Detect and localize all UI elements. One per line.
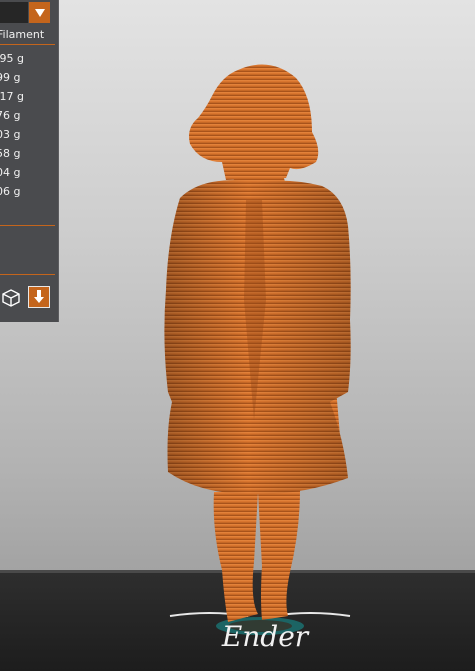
cube-wireframe-icon [2,289,20,307]
model-figure [164,64,351,622]
filament-weight: .17 g [0,90,24,103]
header-divider [0,44,55,45]
section-divider [0,274,55,275]
material-dropdown-button[interactable] [29,2,50,23]
filament-weight: 99 g [0,71,21,84]
export-gcode-button[interactable] [28,286,50,308]
filament-weight: 06 g [0,185,21,198]
filament-weight: 03 g [0,128,21,141]
download-arrow-icon [34,290,44,303]
filament-weight: .95 g [0,52,24,65]
triangle-down-icon [34,8,45,17]
view-3d-button[interactable] [0,287,22,309]
printed-model-preview[interactable] [0,0,475,671]
filament-weight: 58 g [0,147,21,160]
print-info-panel: Filament .95 g 99 g .17 g 76 g 03 g 58 g… [0,0,59,322]
filament-weight: 76 g [0,109,21,122]
material-select-field[interactable] [0,2,28,23]
filament-weight: 04 g [0,166,21,179]
filament-column-header: Filament [0,28,45,41]
section-divider [0,225,55,226]
filament-weight-list: .95 g 99 g .17 g 76 g 03 g 58 g 04 g 06 … [0,49,58,201]
3d-viewport[interactable]: Ender [0,0,475,671]
